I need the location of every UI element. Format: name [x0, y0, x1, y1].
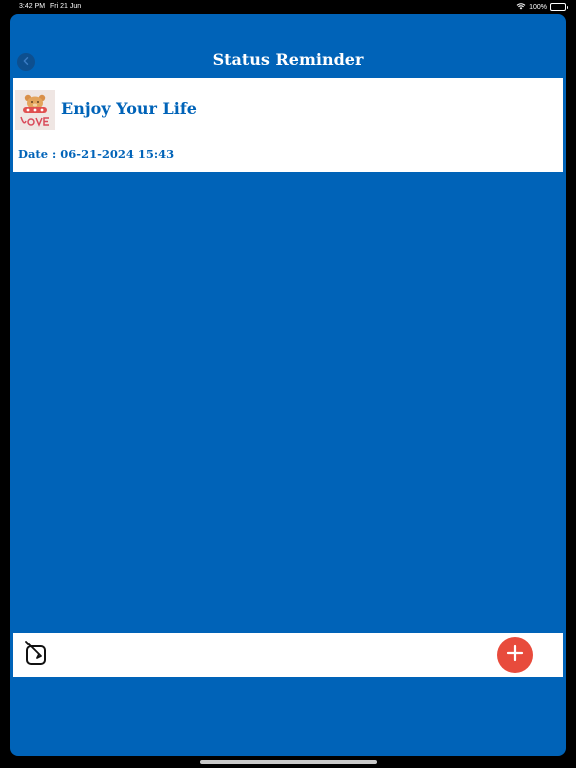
teddy-bear-image [15, 90, 55, 130]
edit-square-icon [24, 640, 50, 672]
home-indicator[interactable] [200, 760, 377, 764]
reminder-title: Enjoy Your Life [61, 99, 197, 118]
wifi-icon [516, 2, 526, 12]
reminder-card[interactable]: Enjoy Your Life Date : 06-21-2024 15:43 [13, 78, 563, 172]
reminder-date: Date : 06-21-2024 15:43 [18, 147, 175, 161]
status-time: 3:42 PM [19, 3, 46, 10]
app-screen: Status Reminder Enjoy Your Life Date: 0… [10, 14, 566, 756]
plus-icon [505, 643, 525, 668]
battery-icon [550, 3, 568, 11]
page-title: Status Reminder [212, 50, 364, 69]
battery-percent: 100% [529, 3, 547, 11]
nav-bar: Status Reminder [10, 14, 566, 78]
reminder-thumbnail [15, 90, 55, 130]
bottom-toolbar [13, 633, 563, 677]
add-reminder-button[interactable] [497, 637, 533, 673]
status-date: Fri 21 Jun [50, 3, 82, 10]
edit-button[interactable] [23, 640, 51, 672]
status-right: 100% [516, 2, 568, 12]
status-bar: 3:42 PM Fri 21 Jun 100% [0, 0, 576, 14]
